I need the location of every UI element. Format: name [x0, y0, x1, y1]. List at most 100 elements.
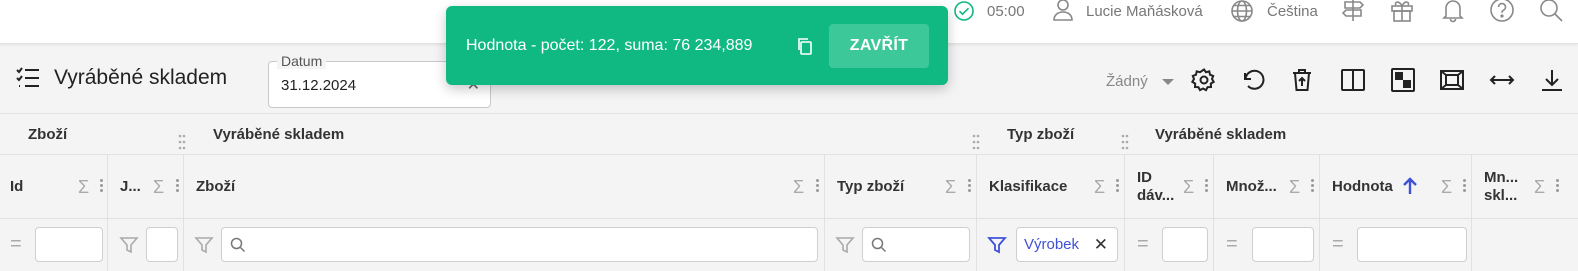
fit-icon[interactable]	[1438, 66, 1466, 94]
filter-active-icon[interactable]	[987, 235, 1007, 255]
data-grid: Zboží Vyráběné skladem Typ zboží Vyráběn…	[0, 113, 1578, 271]
column-label: Id	[10, 178, 24, 195]
sigma-icon[interactable]: Σ	[153, 177, 164, 198]
column-header-typ-zbozi[interactable]: Typ zboží Σ	[825, 155, 977, 219]
filter-cell: =	[1320, 219, 1472, 271]
column-header-j[interactable]: J... Σ	[108, 155, 184, 219]
drag-handle-icon[interactable]	[1121, 134, 1129, 150]
column-menu-icon[interactable]	[1556, 177, 1560, 195]
sigma-icon[interactable]: Σ	[1289, 177, 1300, 198]
column-menu-icon[interactable]	[1463, 177, 1467, 195]
column-header-zbozi[interactable]: Zboží Σ	[184, 155, 825, 219]
column-menu-icon[interactable]	[968, 177, 972, 195]
sigma-icon[interactable]: Σ	[1183, 177, 1194, 198]
time-label: 05:00	[987, 2, 1025, 20]
toast-message: Hodnota - počet: 122, suma: 76 234,889	[466, 37, 753, 54]
filter-icon[interactable]	[194, 235, 214, 255]
column-header-hodnota[interactable]: Hodnota Σ	[1320, 155, 1472, 219]
date-field-label: Datum	[277, 53, 327, 69]
column-header-id-davky[interactable]: ID dáv... Σ	[1125, 155, 1214, 219]
column-header-row: Id Σ J... Σ Zboží Σ Typ zboží Σ Klasifik…	[0, 155, 1578, 219]
column-header-mnozstvi[interactable]: Množ... Σ	[1214, 155, 1320, 219]
filter-input-j[interactable]	[146, 227, 178, 262]
user-name[interactable]: Lucie Maňásková	[1086, 0, 1203, 23]
search-icon	[871, 237, 887, 253]
settings-icon[interactable]	[1190, 66, 1218, 94]
column-group-row: Zboží Vyráběné skladem Typ zboží Vyráběn…	[0, 113, 1578, 155]
toast-close-button[interactable]: ZAVŘÍT	[829, 24, 929, 68]
download-icon[interactable]	[1538, 66, 1566, 94]
delete-icon[interactable]	[1288, 66, 1316, 94]
filter-input-id[interactable]	[35, 227, 103, 262]
filter-cell	[825, 219, 977, 271]
filter-input-id-davky[interactable]	[1162, 227, 1208, 262]
column-menu-icon[interactable]	[176, 177, 180, 195]
column-label: J...	[120, 178, 141, 195]
sigma-icon[interactable]: Σ	[78, 177, 89, 198]
search-icon	[230, 237, 246, 253]
column-label: Klasifikace	[989, 178, 1068, 195]
column-label: Množ...	[1226, 178, 1277, 195]
chevron-down-icon[interactable]	[1162, 79, 1174, 85]
equals-icon[interactable]: =	[1137, 233, 1149, 256]
sort-ascending-icon[interactable]	[1402, 176, 1418, 196]
check-circle-icon	[953, 0, 975, 23]
filter-input-typ-zbozi[interactable]	[862, 227, 970, 262]
view-select[interactable]: Žádný	[1106, 73, 1148, 90]
signpost-icon[interactable]	[1340, 0, 1366, 22]
checklist-icon	[16, 67, 40, 89]
copy-icon[interactable]	[796, 37, 814, 55]
user-icon[interactable]	[1052, 0, 1074, 22]
filter-input-zbozi[interactable]	[221, 227, 818, 262]
column-label: Hodnota	[1332, 178, 1393, 195]
filter-icon[interactable]	[835, 235, 855, 255]
column-header-mnozstvi-skladem[interactable]: Mn... skl... Σ	[1472, 155, 1578, 219]
filter-cell	[108, 219, 184, 271]
filter-cell	[184, 219, 825, 271]
group-header: Zboží	[28, 126, 68, 143]
page-title: Vyráběné skladem	[54, 66, 228, 89]
column-label: Typ zboží	[837, 178, 905, 195]
sigma-icon[interactable]: Σ	[1441, 177, 1452, 198]
sigma-icon[interactable]: Σ	[1094, 177, 1105, 198]
filter-chip[interactable]: Výrobek ✕	[1016, 227, 1118, 262]
column-menu-icon[interactable]	[100, 177, 104, 195]
resize-icon[interactable]	[1488, 66, 1516, 94]
date-field-value[interactable]: 31.12.2024	[281, 77, 356, 94]
column-header-klasifikace[interactable]: Klasifikace Σ	[977, 155, 1125, 219]
filter-cell: =	[0, 219, 108, 271]
column-header-id[interactable]: Id Σ	[0, 155, 108, 219]
column-menu-icon[interactable]	[1116, 177, 1120, 195]
bell-icon[interactable]	[1440, 0, 1466, 23]
checker-icon[interactable]	[1389, 66, 1417, 94]
filter-input-mnozstvi[interactable]	[1252, 227, 1314, 262]
help-icon[interactable]	[1489, 0, 1515, 22]
search-icon[interactable]	[1538, 0, 1564, 22]
drag-handle-icon[interactable]	[972, 134, 980, 150]
column-menu-icon[interactable]	[1311, 177, 1315, 195]
column-label: Zboží	[196, 178, 236, 195]
close-icon[interactable]: ✕	[1094, 235, 1108, 255]
group-header: Vyráběné skladem	[213, 126, 345, 143]
sigma-icon[interactable]: Σ	[793, 177, 804, 198]
equals-icon[interactable]: =	[1226, 233, 1238, 256]
equals-icon[interactable]: =	[1332, 233, 1344, 256]
group-header: Typ zboží	[1007, 126, 1075, 143]
filter-icon[interactable]	[119, 235, 139, 255]
undo-icon[interactable]	[1239, 66, 1267, 94]
equals-icon[interactable]: =	[10, 233, 22, 256]
drag-handle-icon[interactable]	[178, 134, 186, 150]
filter-cell: =	[1125, 219, 1214, 271]
gift-icon[interactable]	[1389, 0, 1415, 22]
column-menu-icon[interactable]	[1205, 177, 1209, 195]
columns-icon[interactable]	[1339, 66, 1367, 94]
sigma-icon[interactable]: Σ	[945, 177, 956, 198]
language-label[interactable]: Čeština	[1267, 0, 1318, 23]
filter-cell: =	[1214, 219, 1320, 271]
filter-input-hodnota[interactable]	[1357, 227, 1467, 262]
filter-chip-label: Výrobek	[1024, 236, 1080, 253]
column-label: ID dáv...	[1137, 169, 1175, 204]
column-menu-icon[interactable]	[816, 177, 820, 195]
globe-icon[interactable]	[1230, 0, 1254, 23]
sigma-icon[interactable]: Σ	[1534, 177, 1545, 198]
